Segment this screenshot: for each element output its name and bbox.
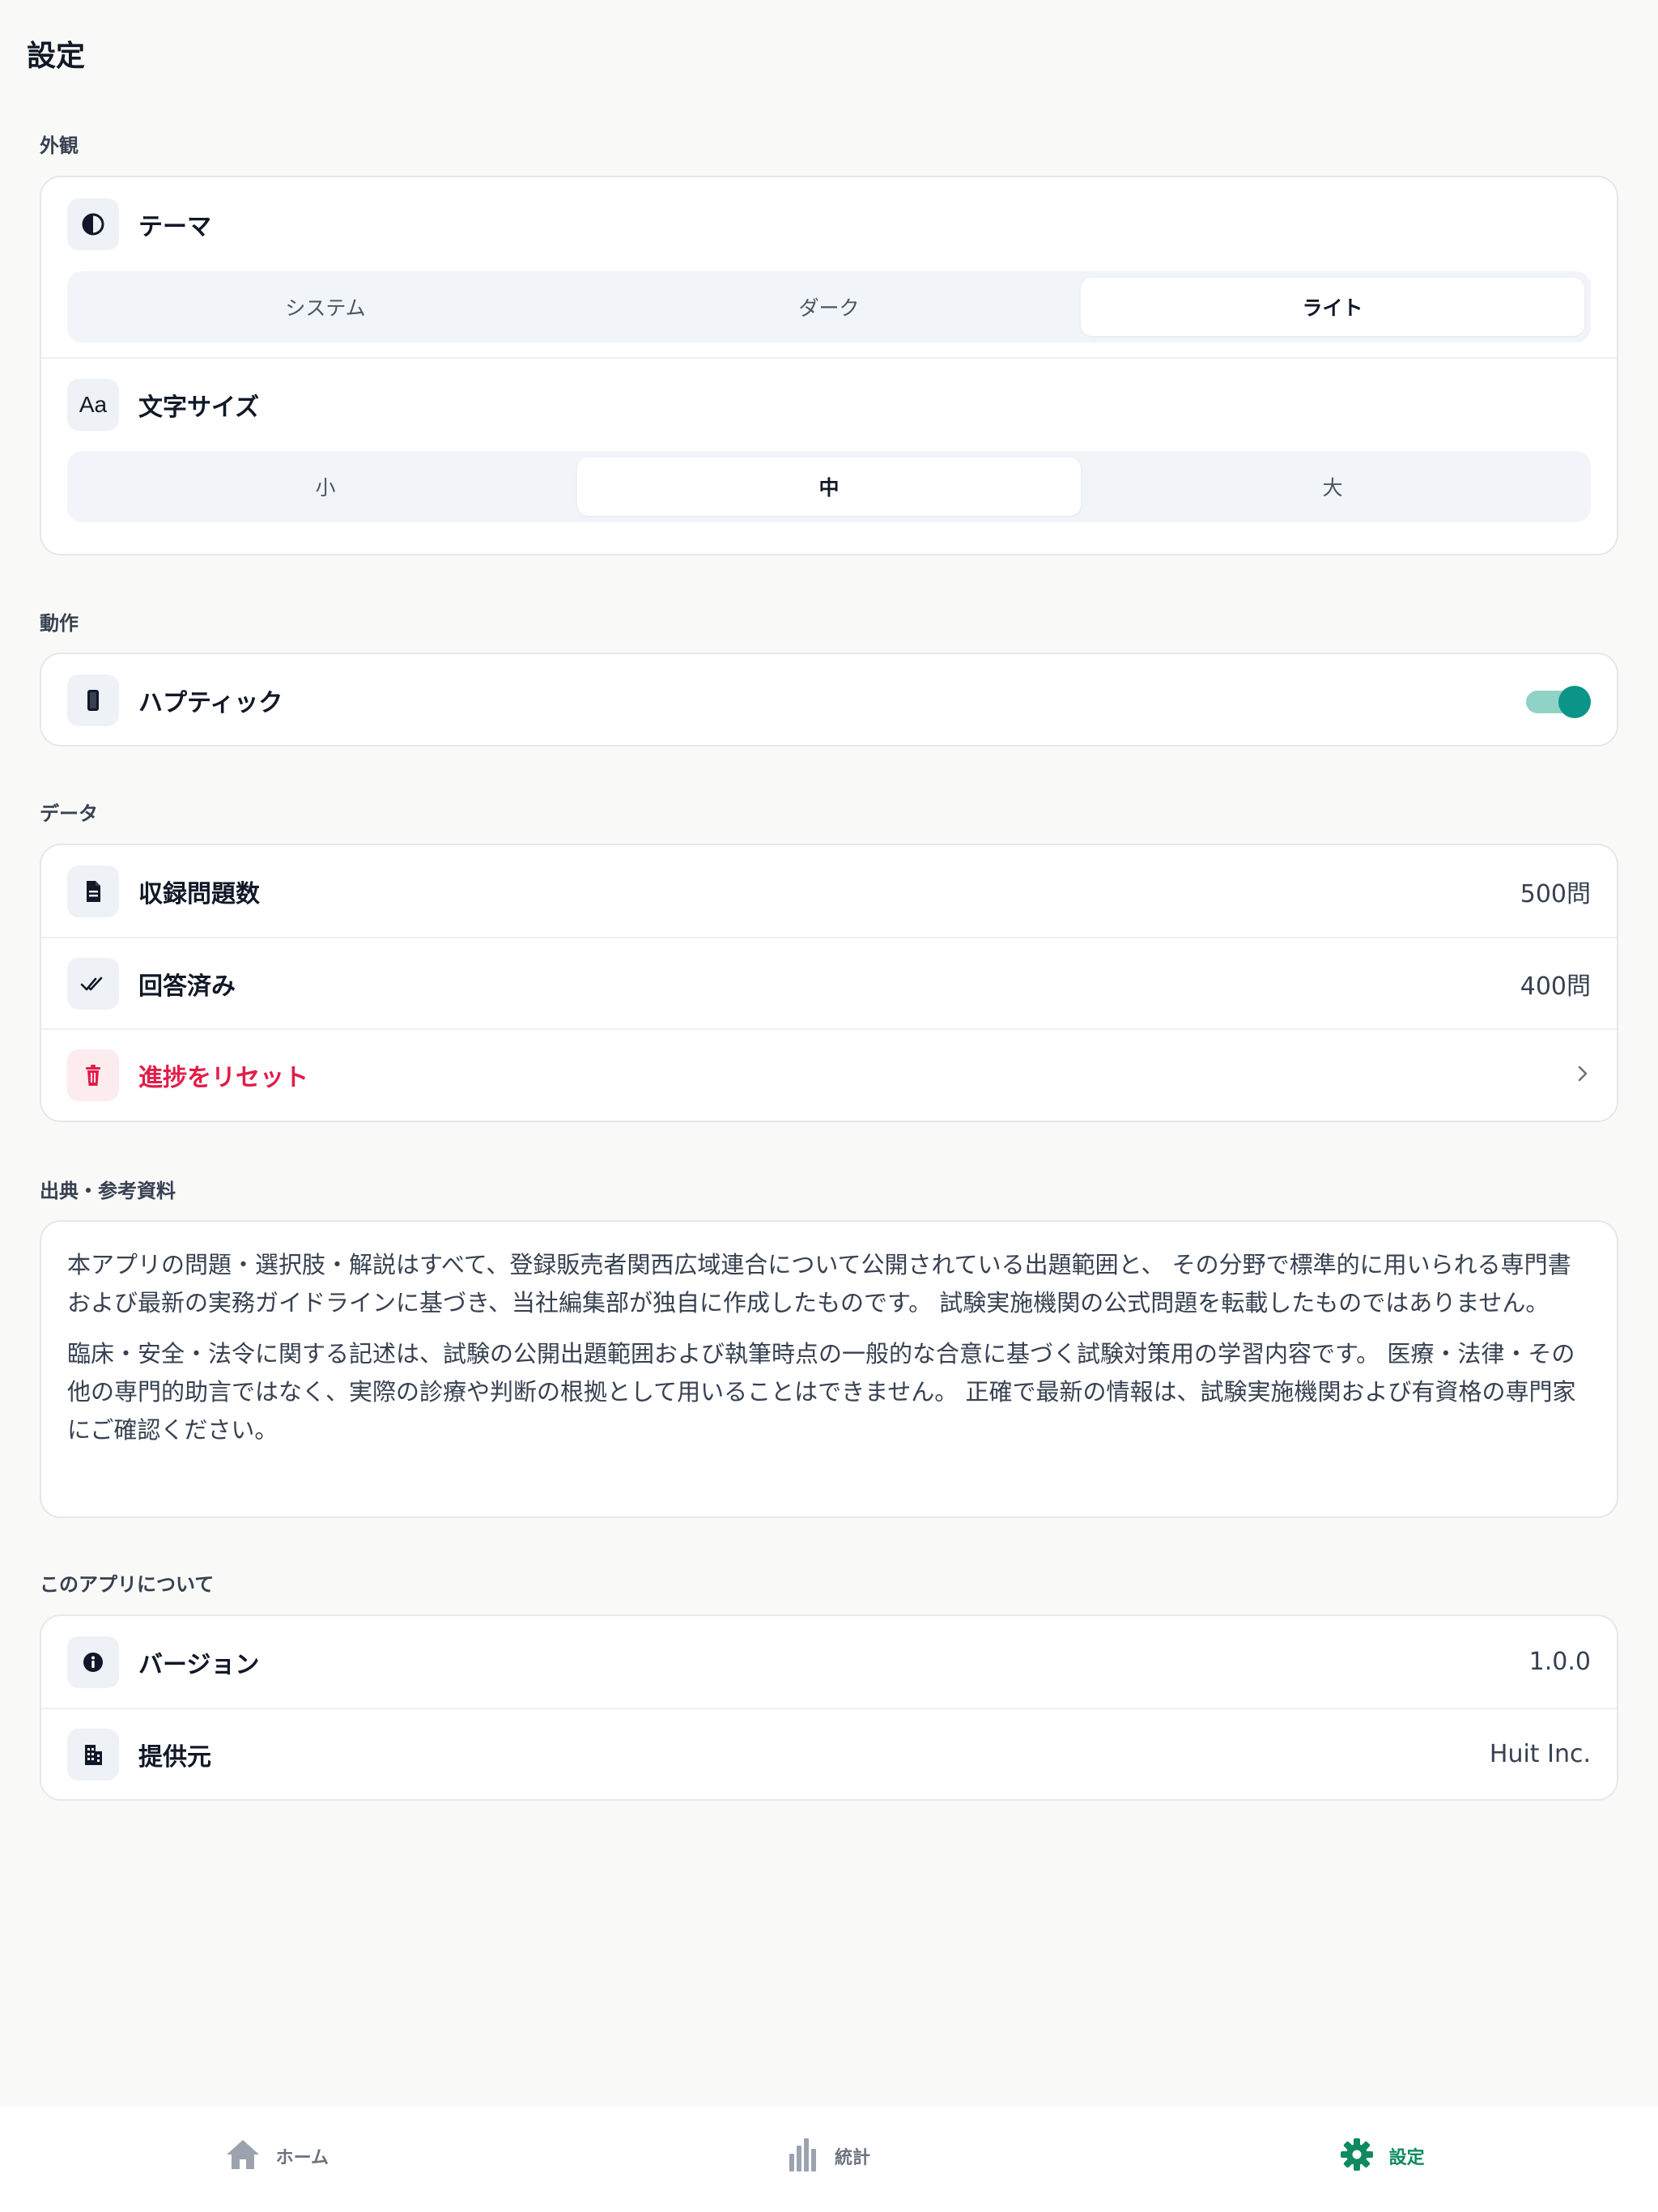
total-questions-row: 収録問題数 500問 [41, 845, 1617, 937]
answered-row: 回答済み 400問 [41, 937, 1617, 1028]
font-size-segmented-control: 小 中 大 [67, 451, 1591, 522]
total-questions-value: 500問 [1520, 879, 1591, 908]
reset-progress-label: 進捗をリセット [138, 1063, 308, 1092]
tab-stats[interactable]: 統計 [553, 2107, 1106, 2212]
font-size-header: Aa 文字サイズ [67, 359, 1591, 451]
tab-home-label: ホーム [275, 2148, 329, 2168]
section-label-behavior: 動作 [40, 612, 79, 635]
tab-bar: ホーム 統計 設定 [0, 2107, 1658, 2212]
version-value: 1.0.0 [1528, 1648, 1591, 1676]
sources-paragraph: 臨床・安全・法令に関する記述は、試験の公開出題範囲および執筆時点の一般的な合意に… [67, 1340, 1576, 1444]
reset-progress-row[interactable]: 進捗をリセット [41, 1028, 1617, 1120]
font-size-option-medium[interactable]: 中 [577, 457, 1081, 516]
font-size-option-large[interactable]: 大 [1081, 457, 1584, 516]
haptic-row: ハプティック [41, 654, 1617, 745]
version-row: バージョン 1.0.0 [41, 1616, 1617, 1708]
sources-card: 本アプリの問題・選択肢・解説はすべて、登録販売者関西広域連合について公開されてい… [40, 1220, 1618, 1518]
provider-label: 提供元 [138, 1742, 211, 1772]
page-title: 設定 [27, 40, 86, 73]
haptic-label: ハプティック [138, 688, 283, 717]
building-icon [67, 1728, 119, 1780]
total-questions-label: 収録問題数 [138, 879, 260, 908]
provider-row: 提供元 Huit Inc. [41, 1708, 1617, 1799]
appearance-card: テーマ システム ダーク ライト Aa 文字サイズ 小 中 大 [40, 176, 1618, 555]
tab-home[interactable]: ホーム [0, 2107, 553, 2212]
haptic-toggle[interactable] [1526, 685, 1591, 718]
font-size-setting: Aa 文字サイズ 小 中 大 [41, 359, 1617, 522]
gear-icon [1339, 2137, 1375, 2176]
tab-settings-label: 設定 [1388, 2148, 1425, 2168]
home-icon [224, 2138, 261, 2175]
theme-option-dark[interactable]: ダーク [577, 278, 1081, 336]
answered-value: 400問 [1520, 972, 1591, 1001]
provider-value: Huit Inc. [1489, 1740, 1591, 1768]
section-label-sources: 出典・参考資料 [40, 1180, 176, 1202]
theme-header: テーマ [67, 177, 1591, 271]
behavior-card: ハプティック [40, 653, 1618, 747]
tab-stats-label: 統計 [835, 2148, 871, 2168]
font-size-label: 文字サイズ [138, 393, 260, 422]
trash-icon [67, 1049, 119, 1101]
tab-settings[interactable]: 設定 [1105, 2107, 1658, 2212]
sources-paragraph: 本アプリの問題・選択肢・解説はすべて、登録販売者関西広域連合について公開されてい… [67, 1251, 1571, 1317]
theme-label: テーマ [138, 213, 211, 241]
info-icon [67, 1636, 119, 1688]
section-label-about: このアプリについて [40, 1573, 215, 1596]
theme-option-system[interactable]: システム [74, 278, 577, 336]
section-label-data: データ [40, 802, 98, 825]
font-size-option-small[interactable]: 小 [74, 457, 577, 516]
data-card: 収録問題数 500問 回答済み 400問 進捗をリセット [40, 844, 1618, 1122]
about-card: バージョン 1.0.0 提供元 Huit Inc. [40, 1614, 1618, 1801]
settings-screen: 設定 外観 テーマ システム ダーク ライト Aa 文字サイズ 小 中 大 動作… [0, 0, 1658, 2212]
theme-segmented-control: システム ダーク ライト [67, 271, 1591, 342]
double-check-icon [67, 957, 119, 1010]
toggle-knob [1558, 685, 1591, 718]
contrast-icon [67, 198, 119, 250]
document-icon [67, 865, 119, 917]
answered-label: 回答済み [138, 972, 236, 1001]
version-label: バージョン [138, 1650, 260, 1679]
theme-option-light[interactable]: ライト [1081, 278, 1584, 336]
theme-setting: テーマ システム ダーク ライト [41, 177, 1617, 359]
chevron-right-icon [1575, 1061, 1591, 1089]
phone-icon [67, 674, 119, 726]
section-label-appearance: 外観 [40, 134, 79, 157]
text-size-icon: Aa [67, 379, 119, 431]
chart-icon [788, 2136, 820, 2176]
